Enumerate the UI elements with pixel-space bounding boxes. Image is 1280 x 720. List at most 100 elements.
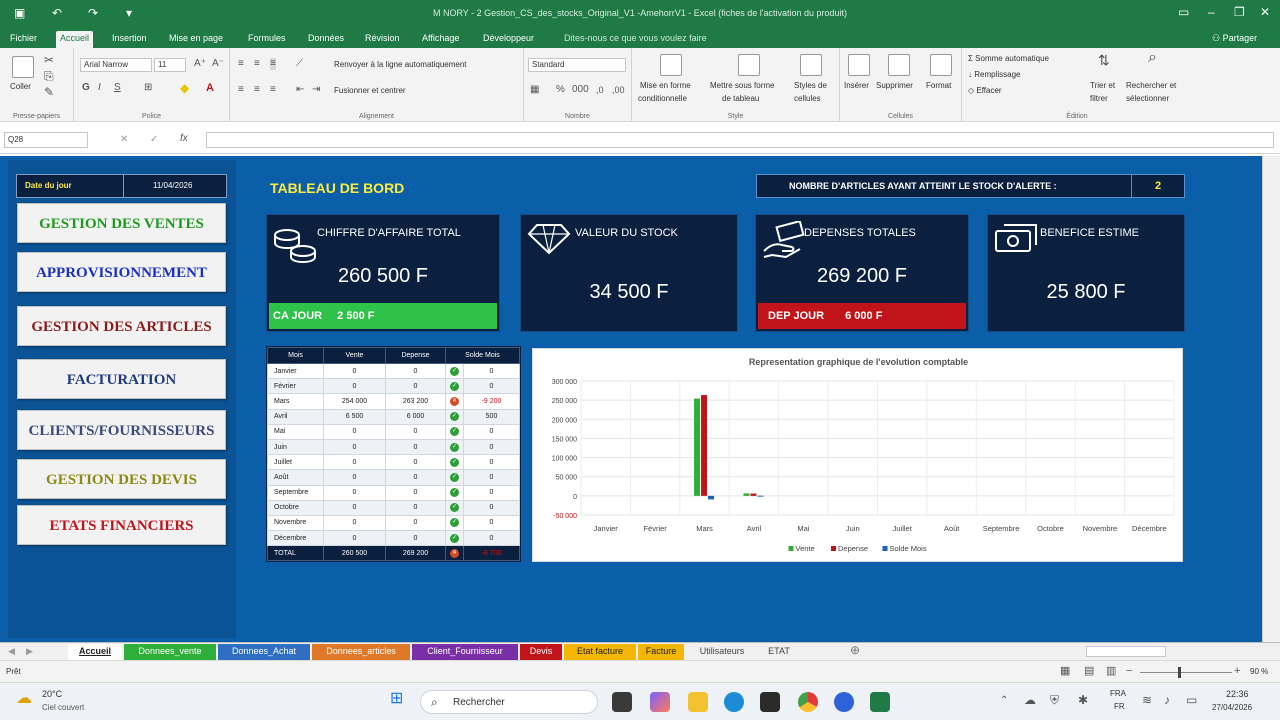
zoom-slider[interactable] <box>1140 672 1232 673</box>
cell-status[interactable]: ✓ <box>445 499 464 516</box>
chrome-icon[interactable] <box>798 692 818 712</box>
align-center-icon[interactable]: ≡ <box>254 84 260 96</box>
cell-solde[interactable]: 500 <box>463 408 520 425</box>
clear-button[interactable]: ◇ Effacer <box>968 86 1002 95</box>
decrease-decimal-icon[interactable]: ,00 <box>612 84 625 96</box>
sheet-tab[interactable]: Devis <box>520 644 562 660</box>
underline-icon[interactable]: S <box>114 82 121 94</box>
zoom-level[interactable]: 90 % <box>1250 667 1268 676</box>
nav-gestion-ventes[interactable]: GESTION DES VENTES <box>17 203 226 243</box>
volume-icon[interactable]: ♪ <box>1164 694 1170 706</box>
cell-depense[interactable]: 269 200 <box>385 545 446 562</box>
tab-revision[interactable]: Révision <box>361 31 404 48</box>
italic-icon[interactable]: I <box>98 82 101 94</box>
language-1[interactable]: FRA <box>1110 689 1126 698</box>
tab-accueil[interactable]: Accueil <box>56 31 94 48</box>
sheet-tab[interactable]: Donnees_Achat <box>218 644 310 660</box>
zoom-slider-thumb[interactable] <box>1177 667 1181 678</box>
nav-clients-fournisseurs[interactable]: CLIENTS/FOURNISSEURS <box>17 410 226 450</box>
cell-vente[interactable]: 0 <box>323 499 386 516</box>
paste-button[interactable]: Coller <box>10 82 31 91</box>
tab-fichier[interactable]: Fichier <box>6 31 41 48</box>
cell-status[interactable]: ✓ <box>445 530 464 547</box>
cell-vente[interactable]: 0 <box>323 530 386 547</box>
cut-icon[interactable]: ✂ <box>44 54 54 66</box>
find-select-icon[interactable]: ⌕ <box>1148 50 1157 66</box>
cell-mois[interactable]: TOTAL <box>267 545 324 562</box>
format-icon[interactable] <box>930 54 952 76</box>
cell-depense[interactable]: 0 <box>385 378 446 395</box>
bluetooth-icon[interactable]: ✱ <box>1078 694 1088 706</box>
cell-mois[interactable]: Décembre <box>267 530 324 547</box>
cell-vente[interactable]: 260 500 <box>323 545 386 562</box>
cell-status[interactable]: ✕ <box>445 545 464 562</box>
nav-gestion-devis[interactable]: GESTION DES DEVIS <box>17 459 226 499</box>
enter-icon[interactable]: ✓ <box>150 134 158 146</box>
cell-solde[interactable]: 0 <box>463 438 520 456</box>
cell-status[interactable]: ✕ <box>445 393 464 410</box>
find-select-label-2[interactable]: sélectionner <box>1126 94 1169 103</box>
cell-depense[interactable]: 0 <box>385 438 446 456</box>
tell-me-input[interactable]: Dites-nous ce que vous voulez faire <box>560 31 711 48</box>
sort-filter-label-2[interactable]: filtrer <box>1090 94 1108 103</box>
cell-vente[interactable]: 0 <box>323 484 386 501</box>
cell-solde[interactable]: 0 <box>463 484 520 501</box>
cell-depense[interactable]: 263 200 <box>385 393 446 410</box>
cell-mois[interactable]: Novembre <box>267 514 324 532</box>
clock-date[interactable]: 27/04/2026 <box>1212 703 1252 712</box>
cell-vente[interactable]: 0 <box>323 454 386 471</box>
add-sheet-icon[interactable]: ⊕ <box>850 644 860 656</box>
sheet-tab[interactable]: Donnees_vente <box>124 644 216 660</box>
format-painter-icon[interactable]: ✎ <box>44 86 54 98</box>
store-icon[interactable] <box>760 692 780 712</box>
cell-vente[interactable]: 0 <box>323 378 386 395</box>
format-as-table-label-1[interactable]: Mettre sous forme <box>710 81 774 90</box>
cell-vente[interactable]: 6 500 <box>323 408 386 425</box>
nav-approvisionnement[interactable]: APPROVISIONNEMENT <box>17 252 226 292</box>
indent-icon[interactable]: ⇤ <box>296 84 304 96</box>
font-color-icon[interactable]: A <box>206 82 214 94</box>
thousands-icon[interactable]: 000 <box>572 84 589 96</box>
delete-icon[interactable] <box>888 54 910 76</box>
outdent-icon[interactable]: ⇥ <box>312 84 320 96</box>
cell-solde[interactable]: -8 700 <box>463 545 520 562</box>
normal-view-icon[interactable]: ▦ <box>1060 665 1070 677</box>
tab-donnees[interactable]: Données <box>304 31 348 48</box>
cell-mois[interactable]: Juillet <box>267 454 324 471</box>
tab-developpeur[interactable]: Développeur <box>479 31 538 48</box>
cell-solde[interactable]: 0 <box>463 469 520 486</box>
tab-next-icon[interactable]: ▶ <box>26 645 33 657</box>
merge-center-button[interactable]: Fusionner et centrer <box>334 86 406 95</box>
align-top-icon[interactable]: ≡ <box>238 58 244 70</box>
zoom-in-icon[interactable]: + <box>1234 665 1240 677</box>
cell-mois[interactable]: Septembre <box>267 484 324 501</box>
cell-vente[interactable]: 0 <box>323 438 386 456</box>
cell-solde[interactable]: 0 <box>463 423 520 440</box>
cell-vente[interactable]: 254 000 <box>323 393 386 410</box>
align-middle-icon[interactable]: ≡ <box>254 58 260 70</box>
tab-mise-en-page[interactable]: Mise en page <box>165 31 227 48</box>
grow-font-icon[interactable]: A⁺ <box>194 58 206 70</box>
cell-status[interactable]: ✓ <box>445 469 464 486</box>
tab-formules[interactable]: Formules <box>244 31 290 48</box>
language-2[interactable]: FR <box>1114 702 1125 711</box>
minimize-icon[interactable]: – <box>1208 5 1215 19</box>
cell-depense[interactable]: 0 <box>385 514 446 532</box>
autosum-button[interactable]: Σ Somme automatique <box>968 54 1049 63</box>
sheet-tab[interactable]: Etat facture <box>564 644 636 660</box>
cell-styles-label-1[interactable]: Styles de <box>794 81 827 90</box>
cell-mois[interactable]: Janvier <box>267 362 324 380</box>
bold-icon[interactable]: G <box>82 82 90 94</box>
cell-solde[interactable]: -9 200 <box>463 393 520 410</box>
font-name-select[interactable]: Arial Narrow <box>80 58 152 72</box>
horizontal-scrollbar[interactable] <box>1086 646 1166 657</box>
find-select-label-1[interactable]: Rechercher et <box>1126 81 1176 90</box>
cell-solde[interactable]: 0 <box>463 378 520 395</box>
formula-input[interactable] <box>206 132 1274 148</box>
cell-depense[interactable]: 0 <box>385 423 446 440</box>
vertical-scrollbar[interactable] <box>1262 156 1280 642</box>
conditional-format-label-2[interactable]: conditionnelle <box>638 94 687 103</box>
cell-mois[interactable]: Août <box>267 469 324 486</box>
cell-vente[interactable]: 0 <box>323 362 386 380</box>
wrap-text-button[interactable]: Renvoyer à la ligne automatiquement <box>334 60 467 69</box>
